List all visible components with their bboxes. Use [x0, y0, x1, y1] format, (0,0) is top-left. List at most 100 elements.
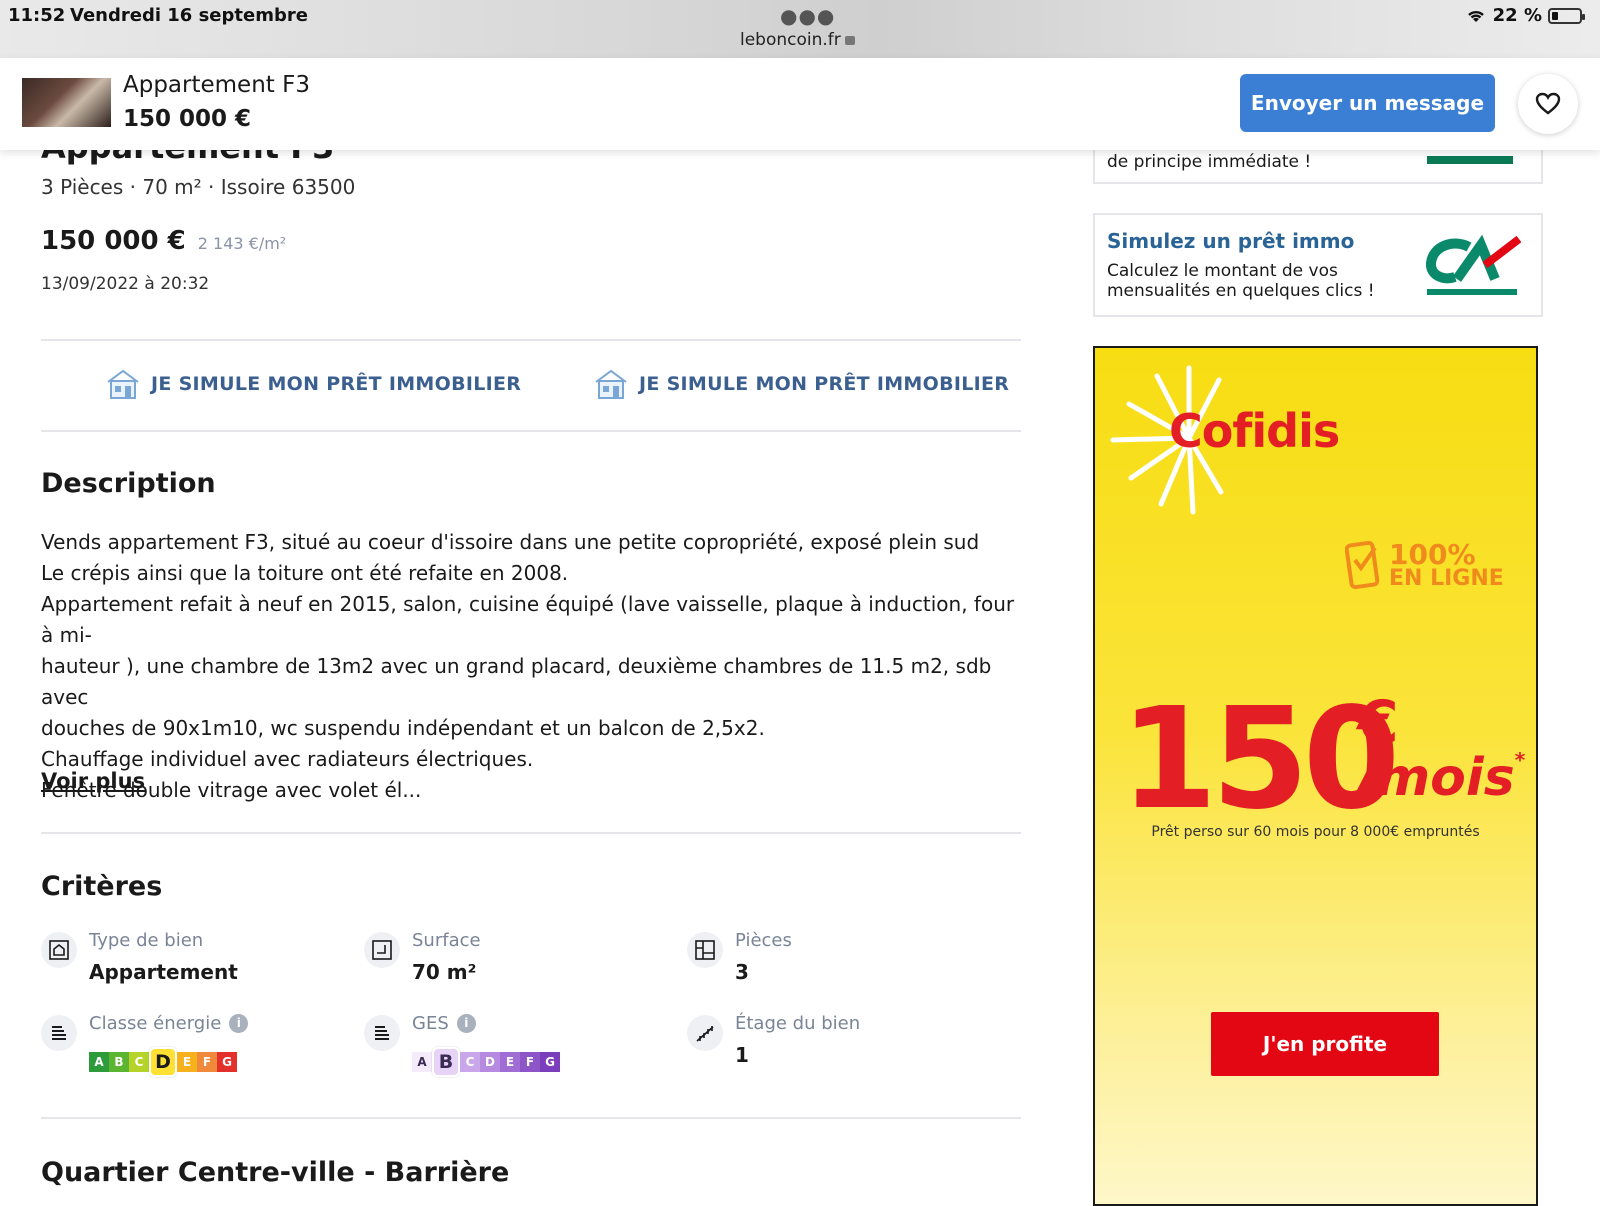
criterion-value: 70 m² — [412, 960, 477, 984]
surface-icon — [364, 932, 400, 968]
info-icon[interactable]: i — [456, 1014, 476, 1033]
listing-date: 13/09/2022 à 20:32 — [41, 274, 210, 294]
price-per-sqm: 2 143 €/m² — [197, 234, 287, 253]
sticky-header: Appartement F3 150 000 € Envoyer un mess… — [0, 58, 1600, 150]
status-date: Vendredi 16 septembre — [70, 5, 308, 26]
listing-thumbnail[interactable] — [22, 78, 111, 127]
ges-class-d: D — [480, 1052, 500, 1072]
sticky-title: Appartement F3 — [123, 72, 310, 98]
energy-class-c: C — [129, 1052, 149, 1072]
battery-percent: 22 % — [1492, 5, 1542, 26]
ad-text: de principe immédiate ! — [1107, 152, 1312, 172]
multitask-dots[interactable]: ●●● — [780, 4, 835, 28]
ad-cofidis[interactable]: Cofidis 100% EN LIGNE 150 € /mois* Prêt … — [1093, 346, 1538, 1206]
criterion-value: Appartement — [89, 960, 238, 984]
ges-class-e: E — [500, 1052, 520, 1072]
sticky-price: 150 000 € — [123, 106, 252, 132]
divider — [41, 1117, 1021, 1119]
ad-title: Simulez un prêt immo — [1107, 229, 1355, 253]
credit-agricole-logo — [1426, 235, 1521, 295]
ad-cta-button[interactable]: J'en profite — [1211, 1012, 1439, 1076]
divider — [41, 430, 1021, 432]
energy-class-e: E — [177, 1052, 197, 1072]
energy-class-a: A — [89, 1052, 109, 1072]
energy-label: Classe énergie — [89, 1013, 222, 1034]
criterion-floor: Étage du bien 1 — [687, 1013, 987, 1083]
criterion-label: Pièces — [735, 930, 792, 951]
asterisk: * — [1514, 748, 1526, 772]
house-icon — [107, 369, 139, 399]
criterion-label: Surface — [412, 930, 481, 951]
favorite-button[interactable] — [1518, 74, 1578, 134]
simulate-loan-label-2: JE SIMULE MON PRÊT IMMOBILIER — [639, 373, 1010, 395]
property-type-icon — [41, 932, 77, 968]
ad-loan-text: Prêt perso sur 60 mois pour 8 000€ empru… — [1151, 824, 1480, 840]
ges-label: GES — [412, 1013, 449, 1034]
criterion-label: Classe énergie i — [89, 1013, 249, 1034]
criterion-label: Type de bien — [89, 930, 204, 951]
description-line: Appartement refait à neuf en 2015, salon… — [41, 592, 1015, 647]
status-bar: 11:52 Vendredi 16 septembre ●●● leboncoi… — [0, 0, 1600, 58]
address-bar[interactable]: leboncoin.fr — [740, 30, 855, 50]
phone-check-icon — [1344, 540, 1380, 590]
price-row: 150 000 € 2 143 €/m² — [41, 226, 286, 256]
ges-class-f: F — [520, 1052, 540, 1072]
wifi-icon — [1467, 10, 1484, 22]
ges-scale: ABCDEFG — [412, 1047, 560, 1077]
criterion-value: 3 — [735, 960, 749, 984]
lock-icon — [844, 36, 855, 45]
ad-logo-fragment — [1427, 156, 1513, 164]
stairs-icon — [687, 1015, 723, 1051]
house-icon — [595, 369, 627, 399]
divider — [41, 832, 1021, 834]
info-icon[interactable]: i — [229, 1014, 249, 1033]
battery-icon — [1548, 7, 1585, 24]
send-message-button[interactable]: Envoyer un message — [1240, 74, 1495, 132]
description-line: douches de 90x1m10, wc suspendu indépend… — [41, 716, 765, 740]
online-text: EN LIGNE — [1389, 566, 1504, 591]
neighborhood-heading: Quartier Centre-ville - Barrière — [41, 1157, 510, 1188]
ad-per-month: /mois* — [1357, 748, 1525, 808]
ges-class-g: G — [540, 1052, 560, 1072]
ad-credit-agricole[interactable]: Simulez un prêt immo Calculez le montant… — [1093, 213, 1543, 317]
floorplan-icon — [687, 932, 723, 968]
ad-line: mensualités en quelques clics ! — [1107, 281, 1375, 301]
description-line: hauteur ), une chambre de 13m2 avec un g… — [41, 654, 992, 709]
ad-amount: 150 — [1120, 678, 1400, 841]
criterion-rooms: Pièces 3 — [687, 930, 987, 1000]
criterion-label: Étage du bien — [735, 1013, 861, 1034]
listing-price: 150 000 € — [41, 226, 186, 256]
status-time: 11:52 — [8, 5, 66, 26]
energy-class-d: D — [149, 1047, 177, 1077]
heart-icon — [1535, 92, 1561, 115]
criterion-surface: Surface 70 m² — [364, 930, 664, 1000]
ges-class-c: C — [460, 1052, 480, 1072]
status-right: 22 % — [1465, 5, 1585, 26]
simulate-loan-link-2[interactable]: JE SIMULE MON PRÊT IMMOBILIER — [593, 368, 1009, 400]
ad-banner-top[interactable]: de principe immédiate ! — [1093, 150, 1543, 184]
simulate-loan-link-1[interactable]: JE SIMULE MON PRÊT IMMOBILIER — [105, 368, 521, 400]
energy-class-g: G — [217, 1052, 237, 1072]
online-badge: 100% EN LIGNE — [1344, 538, 1504, 594]
loan-simulation-row: JE SIMULE MON PRÊT IMMOBILIER JE SIMULE … — [41, 340, 1021, 430]
url-text: leboncoin.fr — [740, 30, 841, 50]
description-heading: Description — [41, 468, 216, 499]
see-more-link[interactable]: Voir plus — [41, 769, 145, 793]
description-line: Fenêtre double vitrage avec volet él... — [41, 778, 422, 802]
criteria-heading: Critères — [41, 871, 163, 902]
description-line: Le crépis ainsi que la toiture ont été r… — [41, 561, 569, 585]
criterion-label: GES i — [412, 1013, 476, 1034]
energy-class-b: B — [109, 1052, 129, 1072]
ges-class-b: B — [432, 1047, 460, 1077]
description-line: Vends appartement F3, situé au coeur d'i… — [41, 530, 980, 554]
description-line: Chauffage individuel avec radiateurs éle… — [41, 747, 534, 771]
ges-class-a: A — [412, 1052, 432, 1072]
criterion-value: 1 — [735, 1043, 749, 1067]
listing-subinfo: 3 Pièces · 70 m² · Issoire 63500 — [41, 175, 356, 199]
energy-scale: ABCDEFG — [89, 1047, 237, 1077]
layers-icon — [364, 1015, 400, 1051]
criterion-type: Type de bien Appartement — [41, 930, 341, 1000]
energy-class-f: F — [197, 1052, 217, 1072]
layers-icon — [41, 1015, 77, 1051]
cofidis-brand: Cofidis — [1169, 404, 1340, 458]
